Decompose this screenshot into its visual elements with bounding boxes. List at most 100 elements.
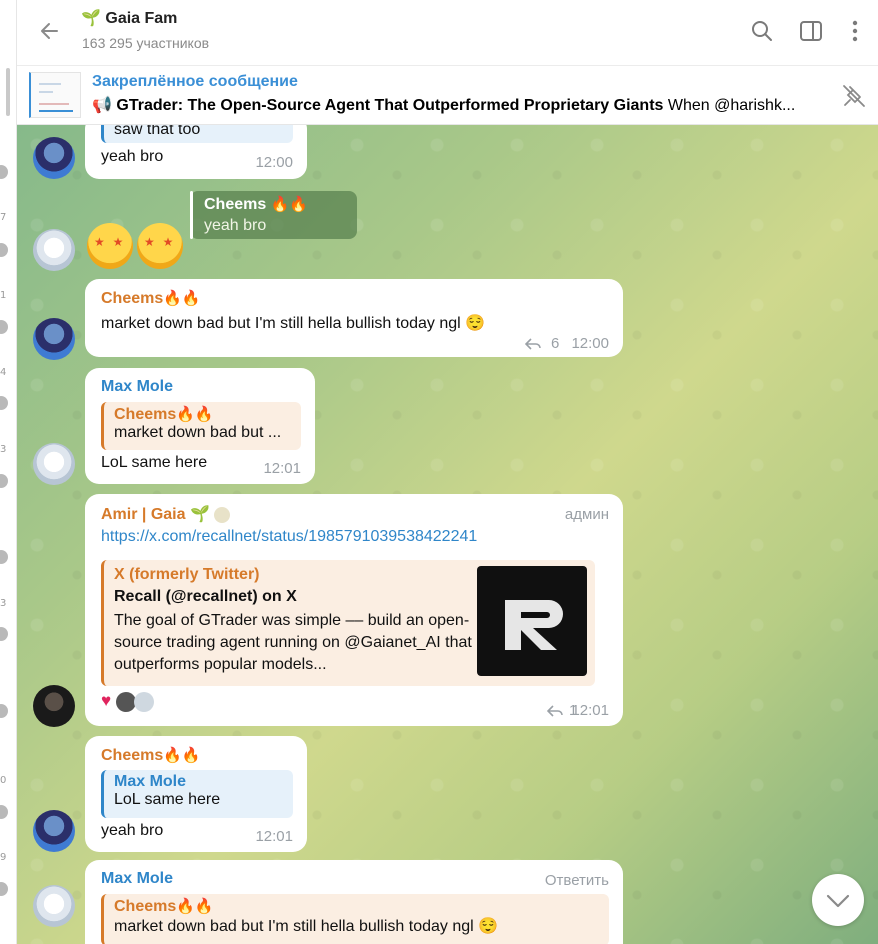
pinned-thumbnail <box>29 72 81 118</box>
star-struck-emoji-icon[interactable] <box>87 223 133 269</box>
chat-header: 🌱 Gaia Fam 163 295 участников <box>17 0 878 66</box>
reply-quote[interactable]: Cheems🔥🔥 market down bad but I'm still h… <box>101 894 609 944</box>
message-bubble[interactable]: saw that too yeah bro 12:00 <box>85 125 307 179</box>
more-options-icon[interactable] <box>842 18 868 44</box>
fire-icon: 🔥🔥 <box>163 290 201 307</box>
sprout-icon: 🌱 <box>81 10 101 27</box>
verified-badge-icon <box>214 506 231 523</box>
reply-text: market down bad but ... <box>114 424 282 441</box>
reply-name: Cheems 🔥🔥 <box>204 196 309 213</box>
message-text: LoL same here <box>101 454 208 471</box>
strip-avatar <box>0 550 8 564</box>
heart-reaction-icon[interactable]: ♥ <box>101 691 111 710</box>
sender-name[interactable]: Max Mole <box>101 870 173 888</box>
reply-text: market down bad but I'm still hella bull… <box>114 918 499 935</box>
strip-avatar <box>0 320 8 334</box>
preview-description: The goal of GTrader was simple –– build … <box>114 612 472 673</box>
avatar-amir[interactable] <box>33 685 75 727</box>
message-time: 12:01 <box>571 702 609 719</box>
pinned-preview: 📢 GTrader: The Open-Source Agent That Ou… <box>92 95 832 115</box>
reply-action[interactable]: Ответить <box>545 872 609 889</box>
message-link[interactable]: https://x.com/recallnet/status/198579103… <box>101 528 477 546</box>
strip-number: 9 <box>0 852 7 863</box>
fire-icon: 🔥🔥 <box>163 747 201 764</box>
scroll-down-button[interactable] <box>812 874 864 926</box>
pinned-title: GTrader: The Open-Source Agent That Outp… <box>116 97 664 114</box>
reply-name: Max Mole <box>114 773 187 790</box>
strip-number: 7 <box>0 212 7 223</box>
sender-name[interactable]: Amir | Gaia 🌱 <box>101 504 231 524</box>
message-time: 12:00 <box>255 154 293 171</box>
recall-logo-icon <box>505 600 563 650</box>
message-time: 12:01 <box>263 460 301 477</box>
megaphone-icon: 📢 <box>92 97 112 114</box>
fire-icon: 🔥🔥 <box>270 196 309 213</box>
sender-name[interactable]: Max Mole <box>101 378 173 396</box>
strip-avatar <box>0 805 8 819</box>
avatar-max-mole[interactable] <box>33 443 75 485</box>
chevron-down-icon <box>826 894 850 908</box>
strip-scrollbar[interactable] <box>6 68 10 116</box>
reply-count[interactable]: 6 <box>551 335 559 352</box>
strip-number: 3 <box>0 444 7 455</box>
strip-number: 1 <box>0 290 7 301</box>
star-struck-emoji-icon[interactable] <box>137 223 183 269</box>
reply-text: LoL same here <box>114 791 221 808</box>
reactor-avatar <box>115 691 136 712</box>
message-text: market down bad but I'm still hella bull… <box>101 315 486 332</box>
preview-title: Recall (@recallnet) on X <box>114 588 297 605</box>
strip-avatar <box>0 627 8 641</box>
message-bubble[interactable]: Cheems🔥🔥 market down bad but I'm still h… <box>85 279 623 357</box>
strip-avatar <box>0 882 8 896</box>
pinned-message-bar[interactable]: Закреплённое сообщение 📢 GTrader: The Op… <box>17 66 878 125</box>
strip-avatar <box>0 704 8 718</box>
avatar-cheems[interactable] <box>33 810 75 852</box>
reply-quote[interactable]: Max Mole LoL same here <box>101 770 293 818</box>
sender-name[interactable]: Cheems🔥🔥 <box>101 289 201 308</box>
reply-quote[interactable]: saw that too <box>101 125 293 143</box>
link-preview[interactable]: X (formerly Twitter) Recall (@recallnet)… <box>101 560 595 686</box>
avatar-cheems[interactable] <box>33 137 75 179</box>
avatar-max-mole[interactable] <box>33 885 75 927</box>
reply-text: yeah bro <box>204 217 267 234</box>
strip-number: 0 <box>0 775 7 786</box>
back-arrow-icon[interactable] <box>37 18 63 44</box>
strip-avatar <box>0 243 8 257</box>
unpin-icon[interactable] <box>840 82 868 110</box>
message-text: yeah bro <box>101 148 164 165</box>
sprout-icon: 🌱 <box>189 506 210 523</box>
preview-site: X (formerly Twitter) <box>114 566 260 583</box>
sender-name[interactable]: Cheems🔥🔥 <box>101 746 201 765</box>
strip-avatar <box>0 474 8 488</box>
message-bubble[interactable]: Cheems🔥🔥 Max Mole LoL same here yeah bro… <box>85 736 307 852</box>
strip-avatar <box>0 165 8 179</box>
reply-arrow-icon[interactable] <box>525 337 541 351</box>
fire-icon: 🔥🔥 <box>176 406 214 423</box>
reply-text: saw that too <box>114 125 201 138</box>
pinned-preview-text: When @harishk... <box>667 97 796 114</box>
pinned-label: Закреплённое сообщение <box>92 73 298 90</box>
message-bubble[interactable]: Max Mole Cheems🔥🔥 market down bad but ..… <box>85 368 315 484</box>
message-time: 12:01 <box>255 828 293 845</box>
reactions-row[interactable]: ♥ <box>101 691 154 715</box>
recall-logo-image[interactable] <box>477 566 587 676</box>
message-bubble[interactable]: Max Mole Ответить Cheems🔥🔥 market down b… <box>85 860 623 944</box>
search-icon[interactable] <box>749 18 775 44</box>
message-time: 12:00 <box>571 335 609 352</box>
avatar-cheems[interactable] <box>33 318 75 360</box>
reply-arrow-icon[interactable] <box>547 704 563 718</box>
member-count: 163 295 участников <box>82 35 210 51</box>
chat-area[interactable]: saw that too yeah bro 12:00 Cheems 🔥🔥 ye… <box>17 125 878 944</box>
sticker-reply-quote[interactable]: Cheems 🔥🔥 yeah bro <box>190 191 357 239</box>
strip-number: 4 <box>0 367 7 378</box>
background-window-strip: 7 1 4 3 3 0 9 <box>0 0 17 944</box>
reply-quote[interactable]: Cheems🔥🔥 market down bad but ... <box>101 402 301 450</box>
admin-badge: админ <box>564 506 609 523</box>
sidebar-toggle-icon[interactable] <box>798 18 824 44</box>
reactor-avatar <box>134 691 154 712</box>
chat-title[interactable]: 🌱 Gaia Fam <box>81 8 177 28</box>
message-bubble[interactable]: Amir | Gaia 🌱 админ https://x.com/recall… <box>85 494 623 726</box>
avatar-max-mole[interactable] <box>33 229 75 271</box>
message-text: yeah bro <box>101 822 164 839</box>
strip-number: 3 <box>0 598 7 609</box>
